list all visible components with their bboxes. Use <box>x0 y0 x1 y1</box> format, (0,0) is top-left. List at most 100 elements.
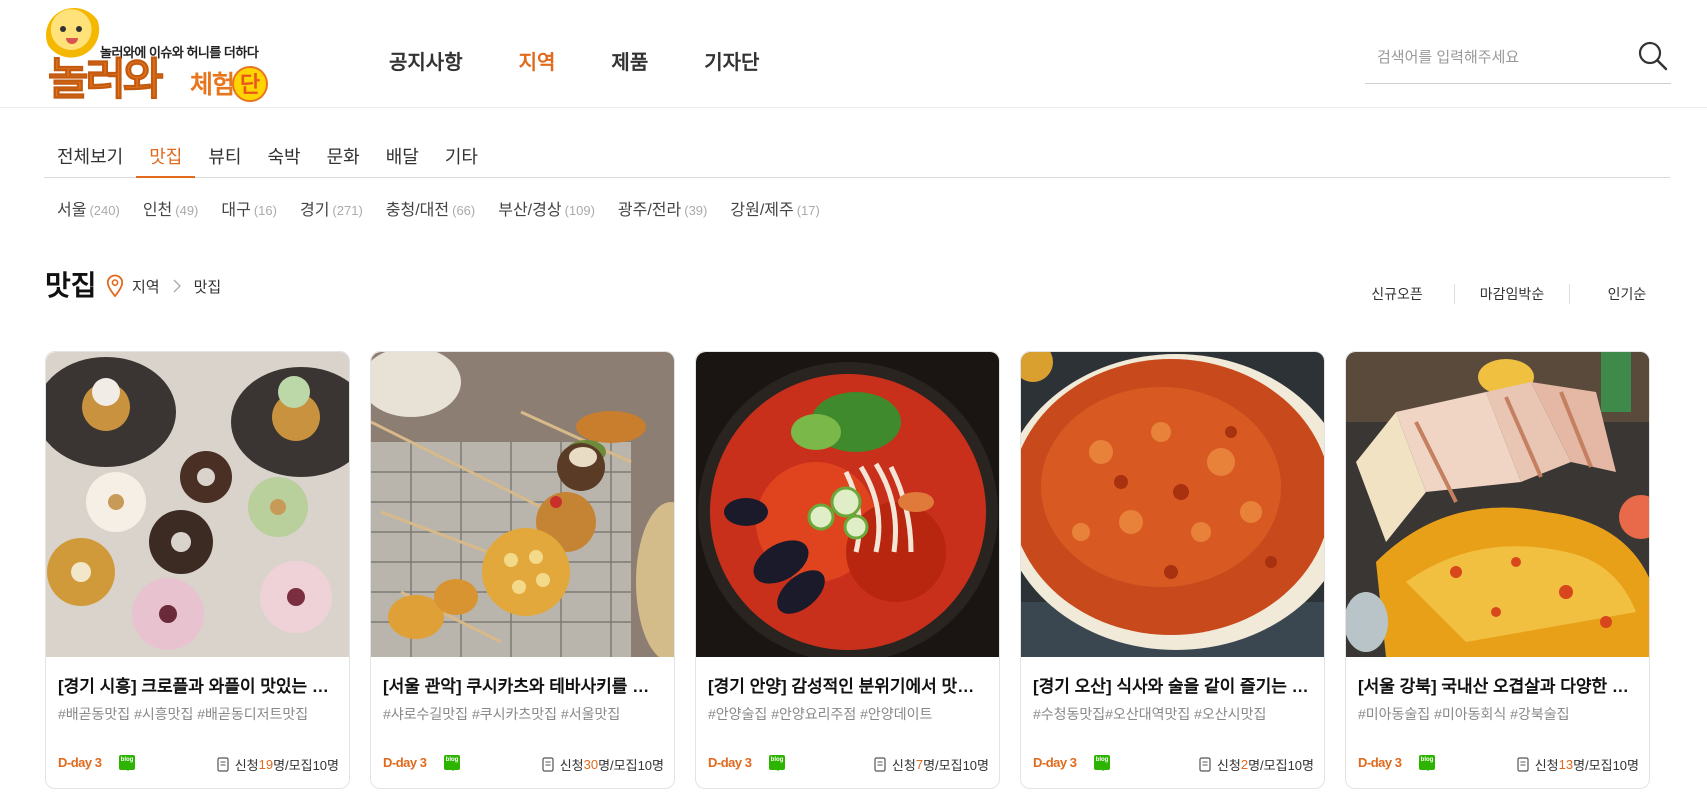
campaign-title[interactable]: [서울 강북] 국내산 오겹살과 다양한 맛있... <box>1358 672 1638 697</box>
region-count: (17) <box>796 203 820 218</box>
apply-count: 30 <box>583 757 599 772</box>
campaign-footer: D-day 3 blog 신청 2 명/모집10명 <box>1033 754 1314 774</box>
logo-brand-sub: 체험 <box>190 70 235 99</box>
sort-newest[interactable]: 신규오픈 <box>1340 284 1454 304</box>
campaign-list: [경기 시흥] 크로플과 와플이 맛있는 분위... #배곧동맛집 #시흥맛집 … <box>45 351 1670 789</box>
nav-item-product[interactable]: 제품 <box>611 46 648 75</box>
campaign-title[interactable]: [경기 안양] 감성적인 분위기에서 맛있는 ... <box>708 672 988 697</box>
campaign-card[interactable]: [경기 안양] 감성적인 분위기에서 맛있는 ... #안양술집 #안양요리주점… <box>695 351 1000 789</box>
campaign-title[interactable]: [서울 관악] 쿠시카츠와 테바사키를 주력... <box>383 672 663 697</box>
campaign-title[interactable]: [경기 오산] 식사와 술을 같이 즐기는 안... <box>1033 672 1313 697</box>
region-name: 광주/전라 <box>617 202 682 219</box>
region-incheon[interactable]: 인천 (49) <box>143 196 199 220</box>
campaign-footer: D-day 3 blog 신청 30 명/모집10명 <box>383 754 664 774</box>
campaign-card[interactable]: [경기 오산] 식사와 술을 같이 즐기는 안... #수청동맛집#오산대역맛집… <box>1020 351 1325 789</box>
nav-item-region[interactable]: 지역 <box>519 46 556 75</box>
region-gangwon[interactable]: 강원/제주 (17) <box>730 196 819 220</box>
tab-etc[interactable]: 기타 <box>432 146 491 178</box>
campaign-thumbnail <box>371 352 674 657</box>
breadcrumb-restaurant[interactable]: 맛집 <box>194 276 222 297</box>
dday-badge: D-day 3 <box>708 755 752 770</box>
dday-badge: D-day 3 <box>1358 755 1402 770</box>
apply-suffix: 명/모집10명 <box>273 758 339 773</box>
category-tabs: 전체보기 맛집 뷰티 숙박 문화 배달 기타 <box>44 146 1670 178</box>
campaign-thumbnail <box>1346 352 1649 657</box>
site-logo[interactable]: 놀러와에 이슈와 허니를 더하다 놀러와 체험 단 <box>44 6 274 102</box>
tab-delivery[interactable]: 배달 <box>373 146 432 178</box>
region-name: 강원/제주 <box>730 202 794 219</box>
search-box <box>1365 34 1671 84</box>
campaign-title[interactable]: [경기 시흥] 크로플과 와플이 맛있는 분위... <box>58 672 338 697</box>
campaign-footer: D-day 3 blog 신청 7 명/모집10명 <box>708 754 989 774</box>
apply-suffix: 명/모집10명 <box>1573 758 1639 773</box>
tab-restaurant[interactable]: 맛집 <box>136 146 196 178</box>
logo-brand-badge: 단 <box>232 66 268 102</box>
campaign-card[interactable]: [서울 관악] 쿠시카츠와 테바사키를 주력... #샤로수길맛집 #쿠시카츠맛… <box>370 351 675 789</box>
region-name: 대구 <box>221 202 251 219</box>
apply-suffix: 명/모집10명 <box>598 758 664 773</box>
region-filter: 서울 (240) 인천 (49) 대구 (16) 경기 (271) 충청/대전 (66) … <box>57 196 843 220</box>
breadcrumb: 지역 맛집 <box>106 274 221 298</box>
search-input[interactable] <box>1365 42 1615 72</box>
campaign-card[interactable]: [경기 시흥] 크로플과 와플이 맛있는 분위... #배곧동맛집 #시흥맛집 … <box>45 351 350 789</box>
campaign-tags: #배곧동맛집 #시흥맛집 #배곧동디저트맛집 <box>58 706 309 722</box>
campaign-footer: D-day 3 blog 신청 13 명/모집10명 <box>1358 754 1639 774</box>
main-nav: 공지사항 지역 제품 기자단 <box>389 46 815 75</box>
region-name: 서울 <box>57 202 87 219</box>
apply-prefix: 신청 <box>234 758 259 773</box>
sort-deadline[interactable]: 마감임박순 <box>1455 284 1569 304</box>
document-icon <box>542 757 554 772</box>
region-chungcheong[interactable]: 충청/대전 (66) <box>386 196 475 220</box>
chevron-right-icon <box>173 279 181 293</box>
document-icon <box>1199 757 1211 772</box>
nav-item-notice[interactable]: 공지사항 <box>389 46 463 75</box>
apply-prefix: 신청 <box>559 758 584 773</box>
campaign-thumbnail <box>696 352 999 657</box>
sort-popular[interactable]: 인기순 <box>1570 284 1684 304</box>
tab-lodging[interactable]: 숙박 <box>255 146 314 178</box>
tab-beauty[interactable]: 뷰티 <box>195 146 254 178</box>
region-name: 충청/대전 <box>385 202 450 219</box>
breadcrumb-region[interactable]: 지역 <box>132 276 160 297</box>
tab-all[interactable]: 전체보기 <box>44 146 136 178</box>
region-count: (240) <box>89 203 120 218</box>
apply-count: 2 <box>1240 757 1249 772</box>
campaign-card[interactable]: [서울 강북] 국내산 오겹살과 다양한 맛있... #미아동술집 #미아동회식… <box>1345 351 1650 789</box>
campaign-tags: #안양술집 #안양요리주점 #안양데이트 <box>708 706 933 722</box>
dday-badge: D-day 3 <box>383 755 427 770</box>
search-icon[interactable] <box>1637 40 1669 72</box>
region-name: 경기 <box>299 202 330 219</box>
apply-status: 신청 13 명/모집10명 <box>1517 755 1639 774</box>
region-gwangju[interactable]: 광주/전라 (39) <box>618 196 707 220</box>
region-busan[interactable]: 부산/경상 (109) <box>498 196 595 220</box>
apply-status: 신청 7 명/모집10명 <box>874 755 989 774</box>
region-count: (39) <box>684 203 708 218</box>
campaign-tags: #미아동술집 #미아동회식 #강북술집 <box>1358 706 1570 722</box>
dday-badge: D-day 3 <box>58 755 102 770</box>
blog-icon: blog <box>444 755 460 771</box>
location-pin-icon <box>106 274 124 298</box>
apply-count: 13 <box>1558 757 1574 772</box>
nav-item-reporters[interactable]: 기자단 <box>704 46 759 75</box>
region-name: 부산/경상 <box>498 202 562 219</box>
region-seoul[interactable]: 서울 (240) <box>57 196 120 220</box>
apply-suffix: 명/모집10명 <box>1248 758 1314 773</box>
region-daegu[interactable]: 대구 (16) <box>221 196 277 220</box>
document-icon <box>217 757 229 772</box>
region-count: (66) <box>452 203 476 218</box>
apply-prefix: 신청 <box>891 758 916 773</box>
apply-count: 7 <box>915 757 924 772</box>
blog-icon: blog <box>1094 755 1110 771</box>
document-icon <box>1517 757 1529 772</box>
region-count: (49) <box>175 203 199 218</box>
dday-badge: D-day 3 <box>1033 755 1077 770</box>
blog-icon: blog <box>769 755 785 771</box>
region-count: (271) <box>332 203 363 218</box>
apply-prefix: 신청 <box>1216 758 1241 773</box>
blog-icon: blog <box>1419 755 1435 771</box>
region-gyeonggi[interactable]: 경기 (271) <box>300 196 363 220</box>
apply-prefix: 신청 <box>1534 758 1559 773</box>
apply-count: 19 <box>258 757 274 772</box>
apply-suffix: 명/모집10명 <box>923 758 989 773</box>
tab-culture[interactable]: 문화 <box>314 146 373 178</box>
